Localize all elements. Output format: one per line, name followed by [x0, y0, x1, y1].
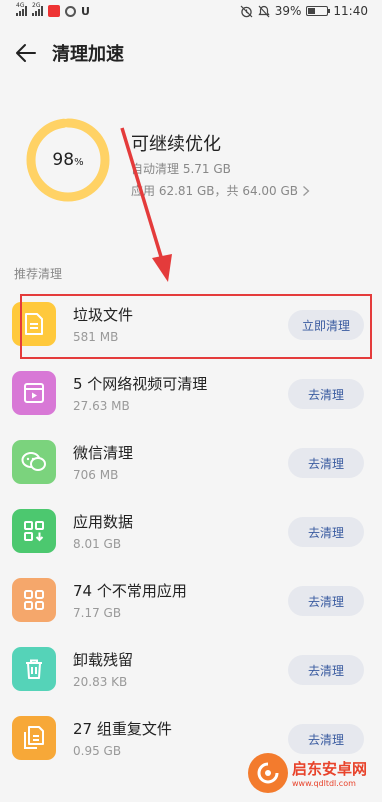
item-name: 微信清理	[73, 444, 134, 462]
signal-icon: 4G	[16, 2, 27, 16]
item-size: 8.01 GB	[73, 537, 122, 551]
optimization-percent: 98%	[26, 118, 110, 202]
item-size: 581 MB	[73, 330, 119, 344]
battery-percent: 39%	[274, 4, 302, 18]
item-size: 706 MB	[73, 468, 119, 482]
battery-icon	[306, 6, 331, 16]
duplicate-files-icon	[12, 716, 56, 760]
chevron-right-icon	[303, 185, 310, 196]
apps-grid-icon	[12, 578, 56, 622]
alarm-icon	[240, 5, 253, 17]
go-clean-button[interactable]: 去清理	[288, 448, 364, 478]
go-clean-button[interactable]: 去清理	[288, 655, 364, 685]
item-name: 74 个不常用应用	[73, 582, 187, 600]
page-title: 清理加速	[52, 44, 124, 65]
item-size: 7.17 GB	[73, 606, 122, 620]
percent-value: 98	[52, 150, 75, 170]
clock: 11:40	[333, 4, 368, 18]
watermark-url: www.qdltdl.com	[292, 779, 356, 788]
back-button[interactable]	[0, 30, 52, 76]
watermark: 启东安卓网 www.qdltdl.com	[248, 746, 378, 800]
list-item-junk-files[interactable]: 垃圾文件 581 MB 立即清理	[0, 290, 382, 359]
video-icon	[12, 371, 56, 415]
item-name: 5 个网络视频可清理	[73, 375, 208, 393]
app-bar: 清理加速	[0, 30, 382, 76]
notification-dot-icon	[65, 5, 76, 17]
list-item-wechat[interactable]: 微信清理 706 MB 去清理	[0, 428, 382, 497]
item-name: 27 组重复文件	[73, 720, 172, 738]
app-data-icon	[12, 509, 56, 553]
item-name: 卸载残留	[73, 651, 134, 669]
mute-icon	[258, 5, 270, 17]
item-name: 垃圾文件	[73, 306, 134, 324]
list-item-uninstall-residue[interactable]: 卸载残留 20.83 KB 去清理	[0, 635, 382, 704]
wechat-icon	[12, 440, 56, 484]
network-type-1: 4G	[16, 2, 25, 9]
go-clean-button[interactable]: 去清理	[288, 517, 364, 547]
status-bar-right: 39% 11:40	[240, 4, 368, 18]
storage-usage-text: 应用 62.81 GB，共 64.00 GB	[131, 184, 299, 198]
notification-app-icon	[48, 5, 60, 17]
status-bar: 4G 2G U 39% 11:40	[0, 0, 382, 22]
item-size: 0.95 GB	[73, 744, 122, 758]
storage-summary: 98% 可继续优化 自动清理 5.71 GB 应用 62.81 GB，共 64.…	[0, 112, 382, 220]
clean-now-button[interactable]: 立即清理	[288, 310, 364, 340]
item-name: 应用数据	[73, 513, 134, 531]
status-bar-left: 4G 2G U	[16, 2, 90, 18]
item-size: 20.83 KB	[73, 675, 128, 689]
item-size: 27.63 MB	[73, 399, 130, 413]
go-clean-button[interactable]: 去清理	[288, 379, 364, 409]
summary-title: 可继续优化	[131, 134, 221, 155]
list-item-videos[interactable]: 5 个网络视频可清理 27.63 MB 去清理	[0, 359, 382, 428]
section-label: 推荐清理	[14, 267, 63, 281]
signal-icon-2: 2G	[32, 2, 43, 16]
go-clean-button[interactable]: 去清理	[288, 586, 364, 616]
recommend-list: 垃圾文件 581 MB 立即清理 5 个网络视频可清理 27.63 MB 去清理…	[0, 290, 382, 773]
document-icon	[12, 302, 56, 346]
auto-clean-text: 自动清理 5.71 GB	[131, 162, 231, 176]
list-item-unused-apps[interactable]: 74 个不常用应用 7.17 GB 去清理	[0, 566, 382, 635]
arrow-left-icon	[16, 44, 36, 62]
list-item-app-data[interactable]: 应用数据 8.01 GB 去清理	[0, 497, 382, 566]
network-type-2: 2G	[32, 2, 41, 9]
percent-sign: %	[74, 157, 84, 168]
trash-icon	[12, 647, 56, 691]
watermark-name: 启东安卓网	[292, 760, 368, 778]
watermark-logo-icon	[248, 753, 288, 793]
storage-usage-link[interactable]: 应用 62.81 GB，共 64.00 GB	[131, 182, 310, 199]
notification-v-icon: U	[81, 4, 90, 18]
